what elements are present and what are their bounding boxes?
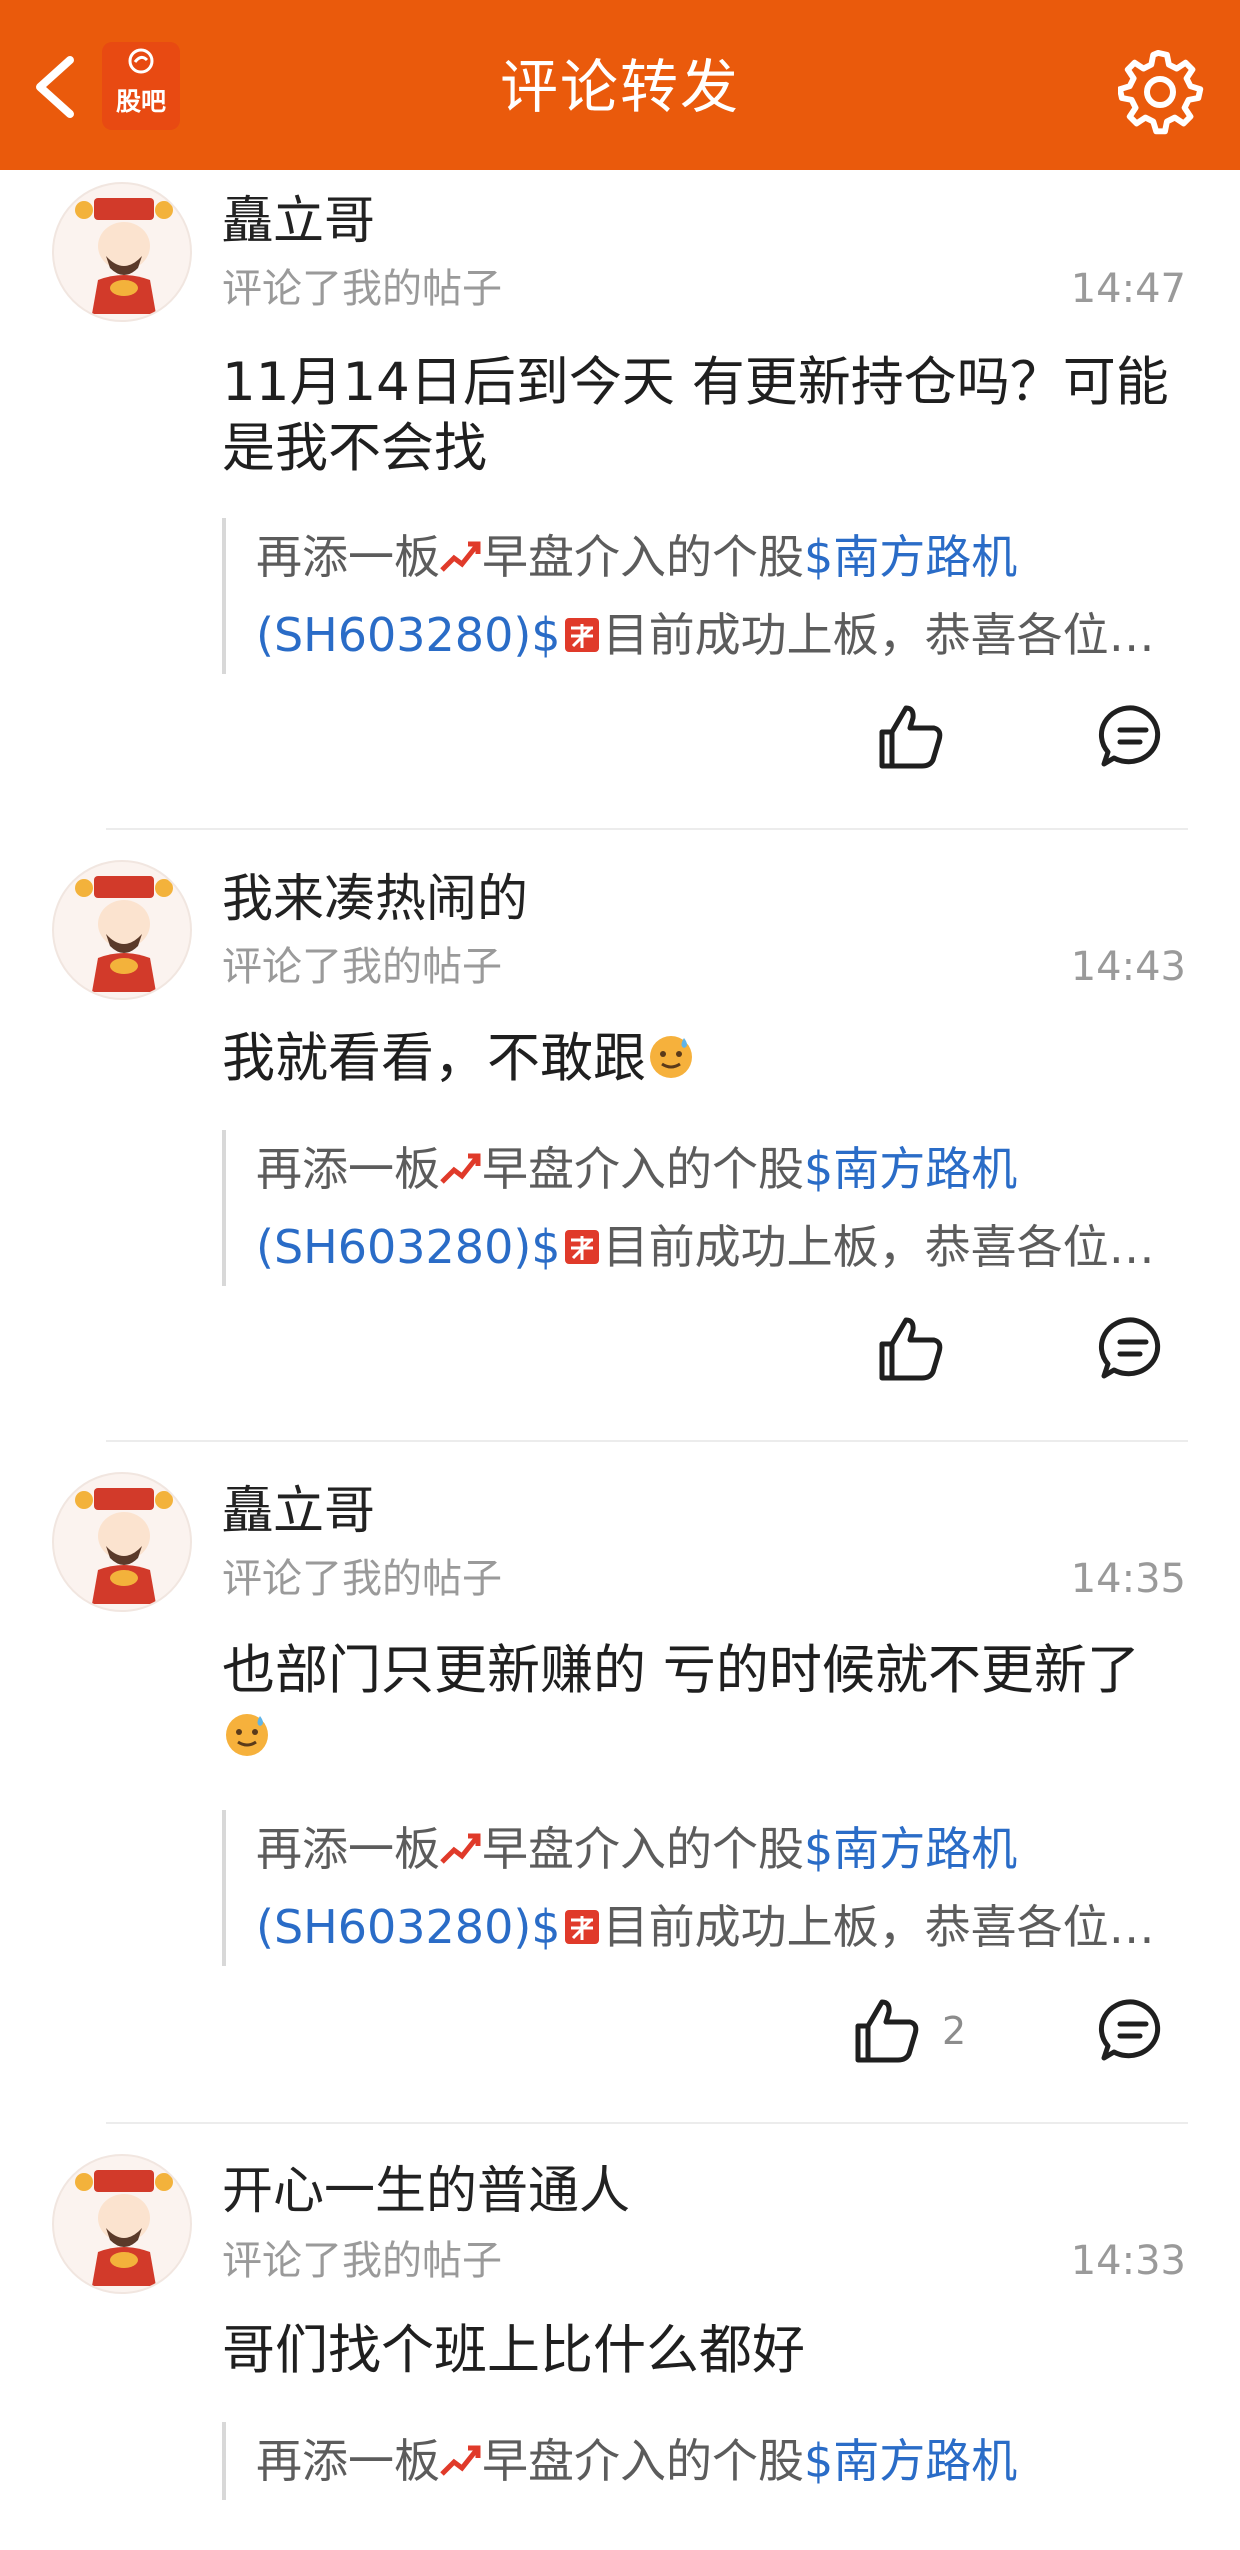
comment-time: 14:35	[1070, 1556, 1186, 1602]
comment-item[interactable]: 开心一生的普通人 评论了我的帖子 14:33 哥们找个班上比什么都好 再添一板早…	[0, 2142, 1240, 2550]
comment-time: 14:43	[1070, 944, 1186, 990]
stock-link[interactable]: $南方路机	[804, 2434, 1017, 2488]
comment-content[interactable]: 我就看看，不敢跟	[222, 1026, 1172, 1092]
caishen-avatar-icon	[75, 876, 173, 992]
comment-username[interactable]: 矗立哥	[222, 1482, 375, 1542]
quote-middle: 早盘介入的个股	[482, 1142, 804, 1196]
quoted-post[interactable]: 再添一板 早盘介入的个股$南方路机 (SH603280)$ 目前成功上板，恭喜各位…	[222, 1130, 1182, 1286]
like-count: 2	[942, 2009, 967, 2053]
quoted-post[interactable]: 再添一板 早盘介入的个股$南方路机	[222, 2422, 1182, 2500]
thumbs-up-icon	[855, 1999, 919, 2063]
like-button[interactable]	[852, 1996, 922, 2066]
comment-item[interactable]: 矗立哥 评论了我的帖子 14:35 也部门只更新赚的 亏的时候就不更新了 再添一…	[0, 1460, 1240, 2140]
comment-item[interactable]: 我来凑热闹的 评论了我的帖子 14:43 我就看看，不敢跟 再添一板 早盘介入的个…	[0, 848, 1240, 1460]
stock-code-link[interactable]: (SH603280)$	[256, 608, 561, 662]
comment-item[interactable]: 矗立哥 评论了我的帖子 14:47 11月14日后到今天 有更新持仓吗？可能是我…	[0, 170, 1240, 830]
settings-button[interactable]	[1116, 49, 1204, 136]
page-title: 评论转发	[499, 53, 740, 121]
caishen-avatar-icon	[75, 198, 173, 314]
stock-code-link[interactable]: (SH603280)$	[256, 1220, 561, 1274]
divider	[106, 2122, 1188, 2124]
buy-badge-icon	[564, 1910, 599, 1944]
comment-bubble-icon	[1098, 1317, 1161, 1379]
quote-prefix: 再添一板	[256, 1142, 440, 1196]
comment-time: 14:33	[1070, 2238, 1186, 2284]
avatar[interactable]	[52, 860, 192, 1000]
divider	[106, 1440, 1188, 1442]
like-button[interactable]	[876, 1314, 946, 1384]
gear-icon	[1116, 49, 1204, 135]
quote-middle: 早盘介入的个股	[482, 530, 804, 584]
comment-subtitle: 评论了我的帖子	[222, 2238, 502, 2284]
comment-content[interactable]: 11月14日后到今天 有更新持仓吗？可能是我不会找	[222, 350, 1172, 482]
comment-text: 也部门只更新赚的 亏的时候就不更新了	[222, 1640, 1140, 1701]
quoted-post[interactable]: 再添一板 早盘介入的个股$南方路机 (SH603280)$ 目前成功上板，恭喜各位…	[222, 1810, 1182, 1966]
comment-bubble-icon	[1098, 1999, 1161, 2061]
quote-prefix: 再添一板	[256, 530, 440, 584]
comment-username[interactable]: 开心一生的普通人	[222, 2162, 630, 2222]
comment-text: 我就看看，不敢跟	[222, 1028, 646, 1089]
comment-time: 14:47	[1070, 266, 1186, 312]
thumbs-up-icon	[879, 1317, 943, 1381]
stock-link[interactable]: $南方路机	[804, 1822, 1017, 1876]
comment-username[interactable]: 我来凑热闹的	[222, 870, 528, 930]
rising-chart-icon	[440, 541, 481, 572]
comment-content[interactable]: 也部门只更新赚的 亏的时候就不更新了	[222, 1638, 1172, 1770]
comment-subtitle: 评论了我的帖子	[222, 266, 502, 312]
top-bar: 股吧 评论转发	[0, 0, 1240, 170]
reply-button[interactable]	[1098, 1996, 1168, 2066]
reply-button[interactable]	[1098, 702, 1168, 772]
rising-chart-icon	[440, 2445, 481, 2476]
quote-prefix: 再添一板	[256, 1822, 440, 1876]
avatar[interactable]	[52, 1472, 192, 1612]
comment-subtitle: 评论了我的帖子	[222, 1556, 502, 1602]
rising-chart-icon	[440, 1153, 481, 1184]
sweat-smile-emoji-icon	[226, 1714, 268, 1756]
buy-badge-icon	[564, 1230, 599, 1264]
quote-middle: 早盘介入的个股	[482, 1822, 804, 1876]
reply-button[interactable]	[1098, 1314, 1168, 1384]
stock-link[interactable]: $南方路机	[804, 1142, 1017, 1196]
comment-bubble-icon	[1098, 705, 1161, 767]
buy-badge-icon	[564, 618, 599, 652]
quote-suffix: 目前成功上板，恭喜各位…	[602, 1220, 1155, 1274]
quoted-post[interactable]: 再添一板 早盘介入的个股$南方路机 (SH603280)$ 目前成功上板，恭喜各位…	[222, 518, 1182, 674]
rising-chart-icon	[440, 1833, 481, 1864]
quote-middle: 早盘介入的个股	[482, 2434, 804, 2488]
like-button[interactable]	[876, 702, 946, 772]
avatar[interactable]	[52, 2154, 192, 2294]
stock-link[interactable]: $南方路机	[804, 530, 1017, 584]
caishen-avatar-icon	[75, 1488, 173, 1604]
divider	[106, 828, 1188, 830]
comment-username[interactable]: 矗立哥	[222, 192, 375, 252]
quote-suffix: 目前成功上板，恭喜各位…	[602, 608, 1155, 662]
quote-prefix: 再添一板	[256, 2434, 440, 2488]
stock-code-link[interactable]: (SH603280)$	[256, 1900, 561, 1954]
avatar[interactable]	[52, 182, 192, 322]
comment-content[interactable]: 哥们找个班上比什么都好	[222, 2318, 1172, 2384]
caishen-avatar-icon	[75, 2170, 173, 2286]
comment-subtitle: 评论了我的帖子	[222, 944, 502, 990]
thumbs-up-icon	[879, 705, 943, 769]
sweat-smile-emoji-icon	[650, 1036, 692, 1078]
quote-suffix: 目前成功上板，恭喜各位…	[602, 1900, 1155, 1954]
